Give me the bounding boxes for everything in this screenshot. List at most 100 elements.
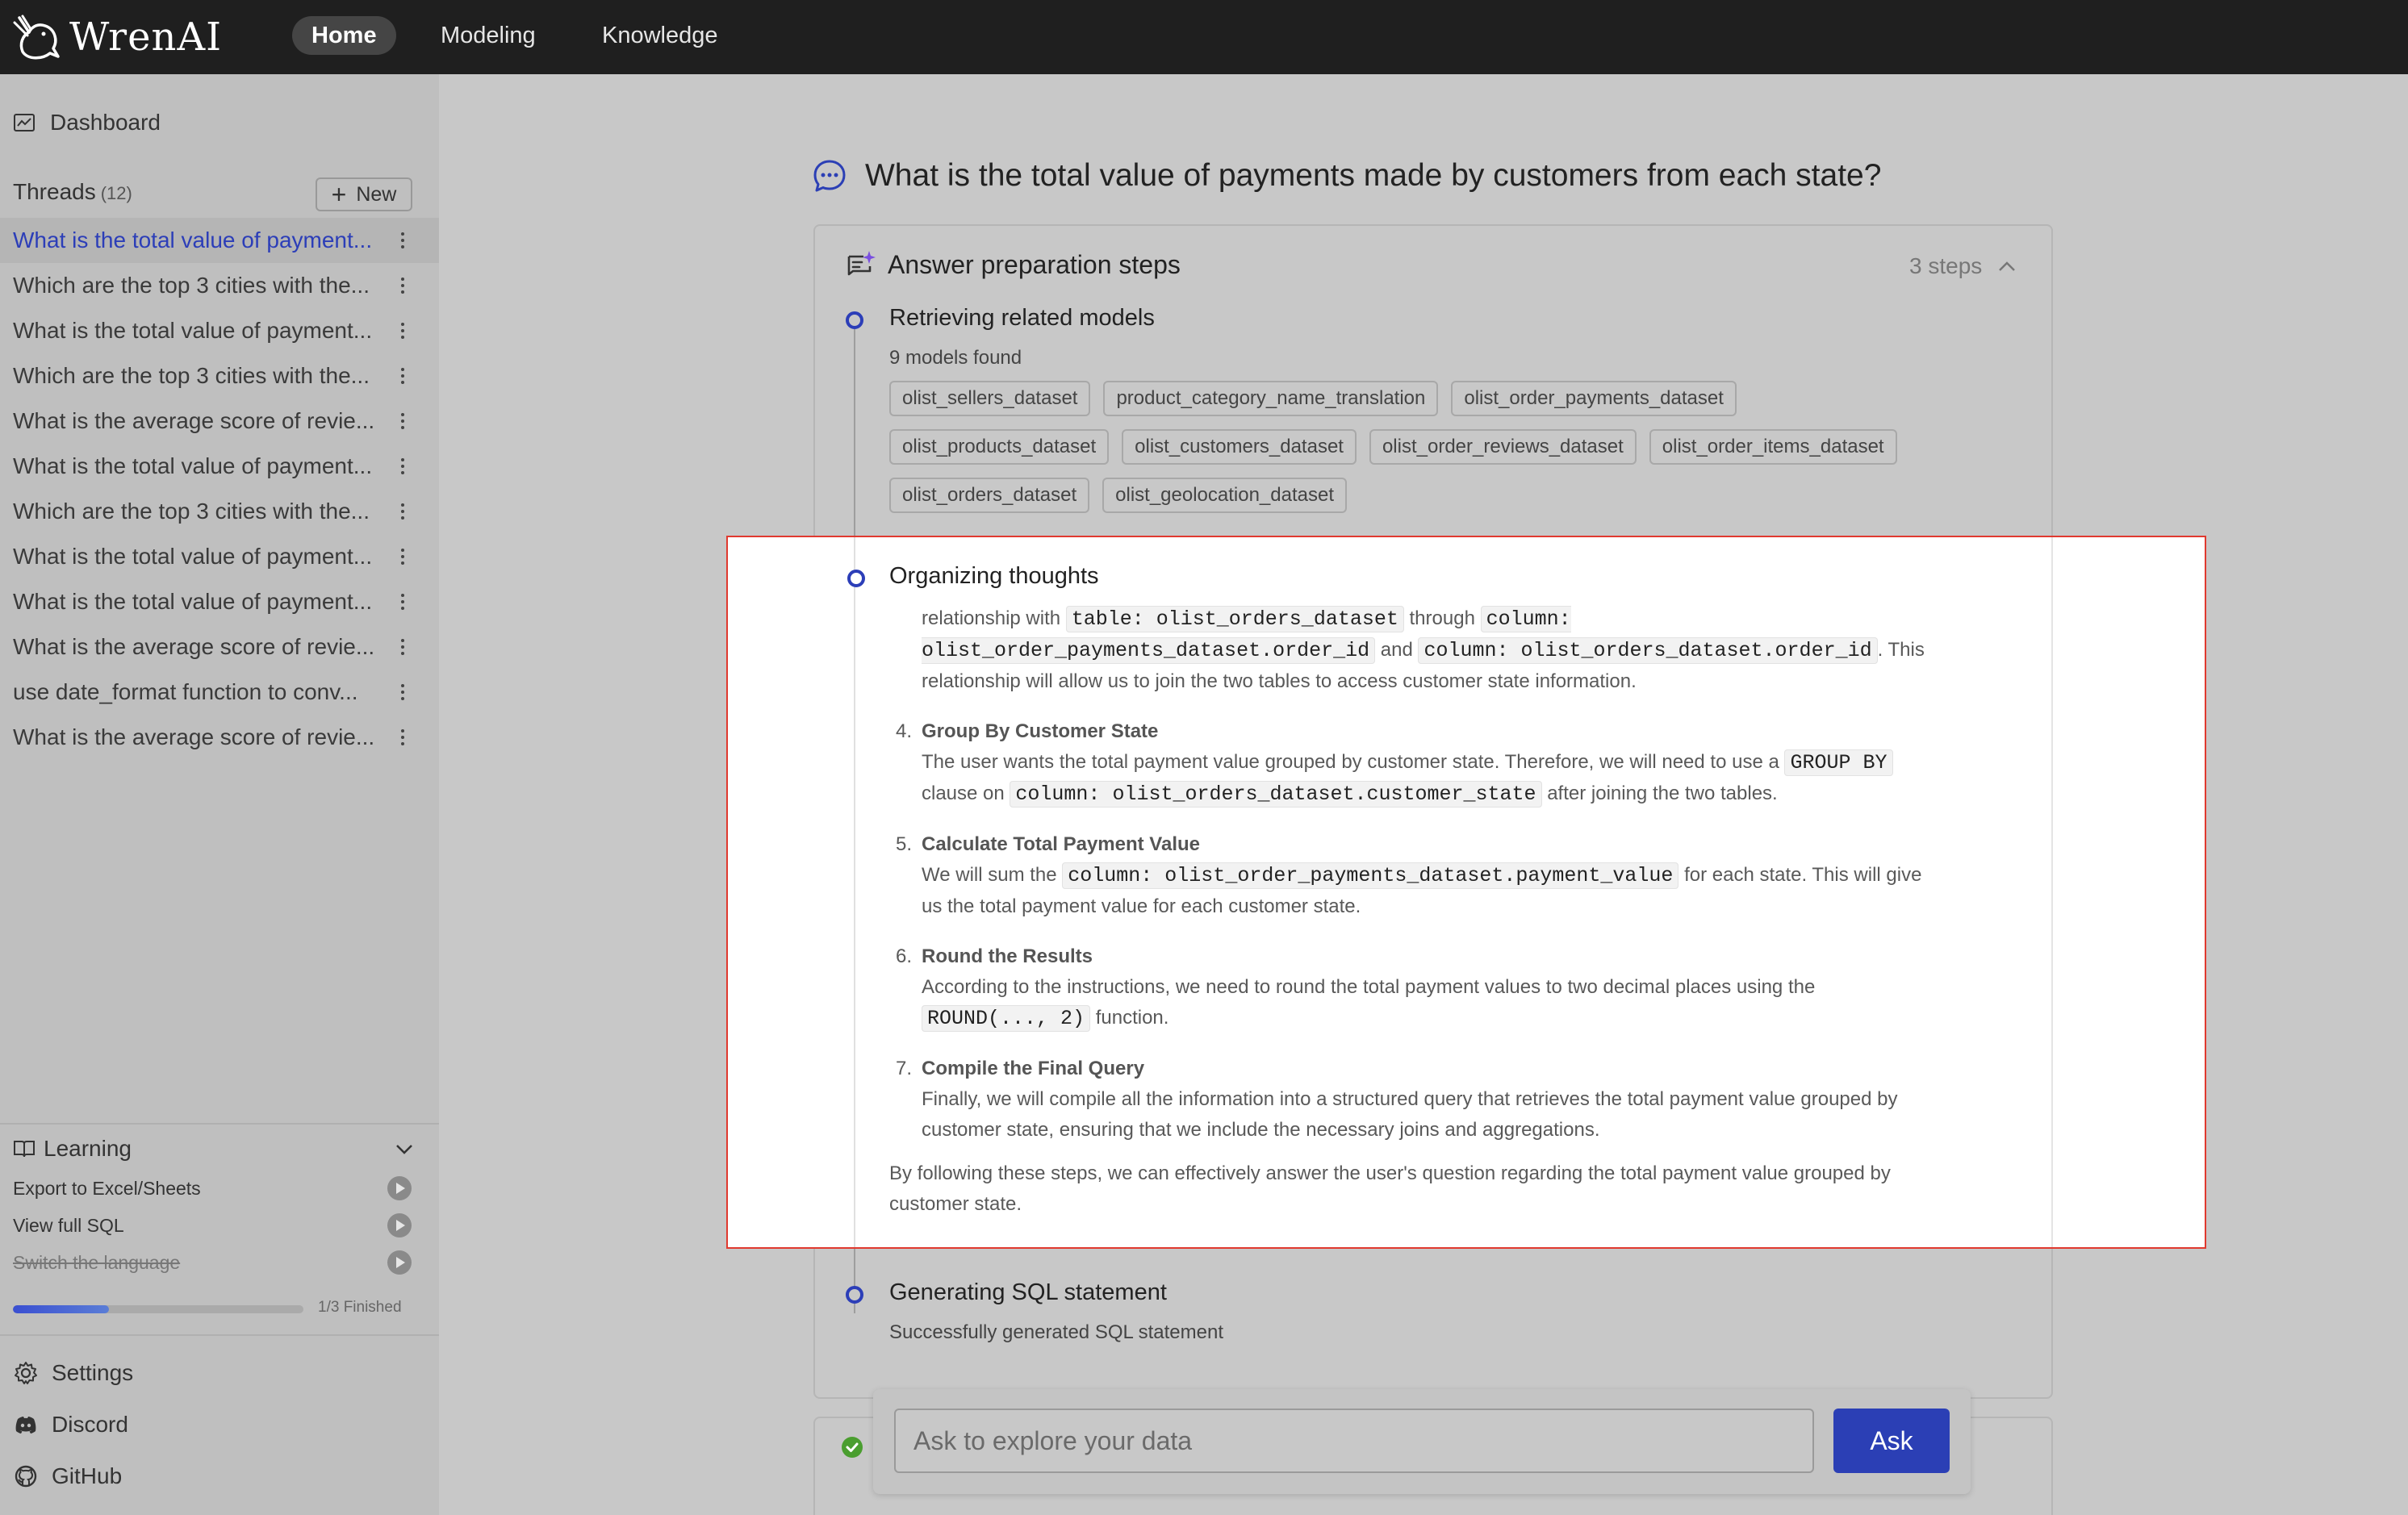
nav-tab-home[interactable]: Home [292,16,396,55]
play-icon[interactable] [387,1250,412,1275]
step-number: 5. [896,833,913,855]
learning-title: Learning [44,1136,132,1161]
inline-code: column: olist_orders_dataset.order_id [1418,637,1878,664]
thread-item[interactable]: What is the average score of revie... [0,624,439,670]
learning-item-switch-language[interactable]: Switch the language [13,1252,180,1274]
divider [0,1334,439,1336]
threads-count: (12) [100,183,132,203]
more-options-icon[interactable] [397,723,408,752]
sidebar-item-settings[interactable]: Settings [13,1360,133,1386]
inline-code: column: olist_order_payments_dataset.pay… [1062,862,1679,889]
text: According to the instructions, we need t… [922,976,1816,998]
reasoning-step-body: According to the instructions, we need t… [922,972,1930,1034]
thread-title: What is the average score of revie... [13,634,375,659]
text: clause on [922,783,1005,804]
plus-icon: + [331,180,347,209]
text: and [1380,639,1413,661]
learning-item-export[interactable]: Export to Excel/Sheets [13,1178,201,1200]
model-chip-list: olist_sellers_dataset product_category_n… [889,381,2035,526]
step-subtitle: Successfully generated SQL statement [889,1321,1223,1343]
nav-tab-modeling[interactable]: Modeling [421,16,555,55]
thread-item[interactable]: What is the total value of payment... [0,444,439,489]
chevron-down-icon[interactable] [392,1139,416,1158]
thread-item[interactable]: What is the total value of payment... [0,534,439,579]
thread-title: Which are the top 3 cities with the... [13,499,370,524]
more-options-icon[interactable] [397,542,408,571]
thread-item[interactable]: What is the average score of revie... [0,399,439,444]
more-options-icon[interactable] [397,452,408,481]
thread-title: What is the total value of payment... [13,318,373,343]
more-options-icon[interactable] [397,407,408,436]
thread-title: What is the total value of payment... [13,453,373,478]
reasoning-step: 7. Compile the Final Query Finally, we w… [896,1054,1930,1146]
thread-item[interactable]: What is the total value of payment... [0,308,439,353]
play-icon[interactable] [387,1213,412,1237]
more-options-icon[interactable] [397,497,408,526]
github-icon [15,1465,37,1488]
nav-tab-knowledge[interactable]: Knowledge [583,16,738,55]
play-icon[interactable] [387,1176,412,1200]
more-options-icon[interactable] [397,632,408,662]
sidebar: Dashboard Threads (12) + New What is the t… [0,74,439,1515]
threads-header: Threads (12) [13,179,132,205]
thread-list: What is the total value of payment... Wh… [0,218,439,760]
thread-item[interactable]: Which are the top 3 cities with the... [0,263,439,308]
new-thread-button[interactable]: + New [316,177,412,211]
steps-collapse-toggle[interactable]: 3 steps [1909,253,2017,279]
sidebar-item-github[interactable]: GitHub [13,1463,122,1489]
step-number: 6. [896,945,913,967]
reasoning-conclusion: By following these steps, we can effecti… [889,1162,1891,1215]
reasoning-intro: relationship with table: olist_orders_da… [922,603,1930,697]
reasoning-step-heading: Group By Customer State [922,720,1159,742]
more-options-icon[interactable] [397,316,408,345]
gear-icon [15,1362,37,1384]
reasoning-step-body: The user wants the total payment value g… [922,747,1930,810]
step-subtitle: 9 models found [889,347,1022,369]
learning-header[interactable]: Learning [13,1136,132,1162]
learning-progress-text: 1/3 Finished [318,1299,402,1316]
dashboard-label: Dashboard [50,110,161,135]
ask-input[interactable] [894,1409,1814,1473]
more-options-icon[interactable] [397,361,408,390]
inline-code: GROUP BY [1784,749,1893,776]
thread-title: What is the total value of payment... [13,589,373,614]
text: function. [1095,1007,1169,1029]
more-options-icon[interactable] [397,678,408,707]
learning-progress-bar [13,1305,303,1313]
inline-code: ROUND(..., 2) [922,1005,1091,1032]
more-options-icon[interactable] [397,226,408,255]
card-edge [2051,537,2053,1247]
book-icon [14,1141,35,1158]
reasoning-step: 5. Calculate Total Payment Value We will… [896,829,1930,922]
reasoning-step: 6. Round the Results According to the in… [896,941,1930,1034]
more-options-icon[interactable] [397,271,408,300]
step-indicator [846,1286,863,1304]
chat-bubble-icon [813,160,846,192]
thread-title: use date_format function to conv... [13,679,358,704]
dashboard-icon [14,114,35,131]
divider [0,1123,439,1125]
sidebar-item-discord[interactable]: Discord [13,1412,128,1438]
reasoning-text: relationship with table: olist_orders_da… [896,603,1930,1146]
thread-item[interactable]: use date_format function to conv... [0,670,439,715]
thread-item[interactable]: Which are the top 3 cities with the... [0,353,439,399]
wren-bird-icon [13,15,60,60]
model-chip: product_category_name_translation [1103,381,1439,416]
thread-item[interactable]: What is the total value of payment... [0,579,439,624]
reasoning-step-body: Finally, we will compile all the informa… [922,1088,1898,1141]
model-chip: olist_order_items_dataset [1649,429,1897,465]
more-options-icon[interactable] [397,587,408,616]
model-chip: olist_products_dataset [889,429,1110,465]
sidebar-item-dashboard[interactable]: Dashboard [13,106,161,139]
step-number: 4. [896,720,913,742]
app-logo[interactable]: WrenAI [11,11,222,63]
settings-label: Settings [52,1360,134,1385]
reasoning-step-body: We will sum the column: olist_order_paym… [922,860,1930,922]
thread-item[interactable]: What is the total value of payment... [0,218,439,263]
thread-title: What is the total value of payment... [13,544,373,569]
thread-item[interactable]: Which are the top 3 cities with the... [0,489,439,534]
learning-item-view-sql[interactable]: View full SQL [13,1215,124,1237]
thread-title: Which are the top 3 cities with the... [13,363,370,388]
ask-button[interactable]: Ask [1833,1409,1950,1473]
thread-item[interactable]: What is the average score of revie... [0,715,439,760]
